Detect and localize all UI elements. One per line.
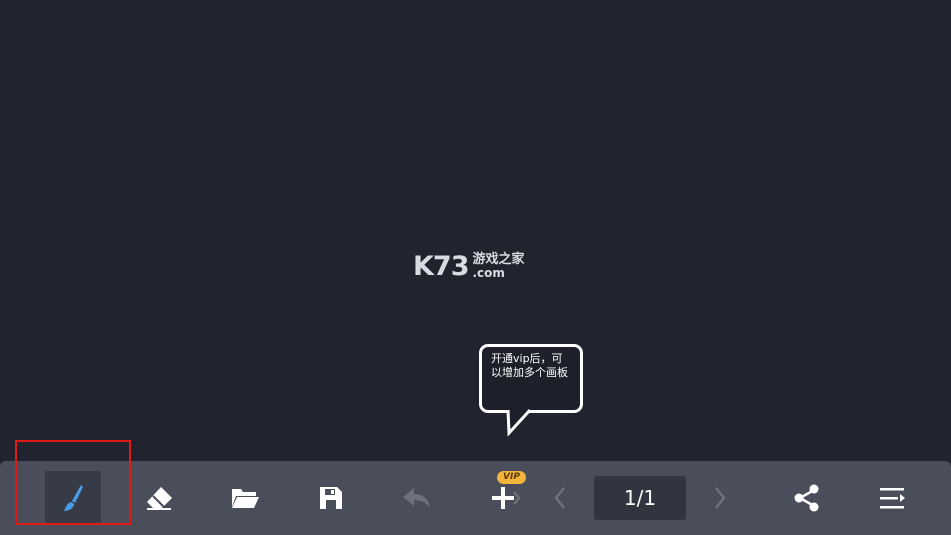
- menu-button[interactable]: [865, 471, 921, 525]
- open-button[interactable]: [217, 471, 273, 525]
- chevron-left-icon: [554, 487, 565, 509]
- watermark-cn-text: 游戏之家: [472, 252, 525, 267]
- next-page-button[interactable]: [698, 471, 742, 525]
- vip-badge-text: VIP: [503, 472, 520, 482]
- eraser-button[interactable]: [131, 471, 187, 525]
- page-indicator: 1/1: [594, 476, 686, 520]
- watermark-com-text: .com: [472, 266, 505, 280]
- vip-badge: VIP: [497, 471, 526, 484]
- page-indicator-text: 1/1: [623, 486, 657, 510]
- tooltip-text: 开通vip后，可以增加多个画板: [491, 352, 568, 379]
- menu-icon: [880, 488, 905, 509]
- chevron-right-icon: [715, 487, 726, 509]
- eraser-icon: [147, 487, 172, 510]
- share-button[interactable]: [779, 471, 835, 525]
- folder-open-icon: [232, 489, 259, 508]
- share-icon: [794, 484, 819, 512]
- plus-icon: [492, 487, 521, 509]
- tooltip-tail: [506, 409, 532, 437]
- watermark-logo: K73 游戏之家 .com: [413, 252, 525, 282]
- drawing-canvas[interactable]: [0, 0, 951, 461]
- save-icon: [320, 487, 342, 509]
- watermark-brand: K73: [413, 251, 469, 282]
- undo-button[interactable]: [389, 471, 445, 525]
- save-button[interactable]: [303, 471, 359, 525]
- brush-highlight-frame: [15, 440, 131, 525]
- prev-page-button[interactable]: [538, 471, 582, 525]
- undo-icon: [403, 488, 430, 508]
